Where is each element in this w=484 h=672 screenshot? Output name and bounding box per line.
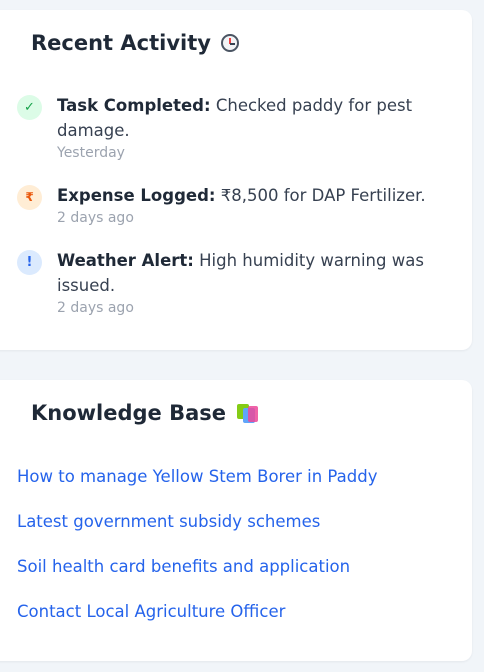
activity-time: 2 days ago (57, 300, 134, 316)
activity-time: Yesterday (57, 145, 125, 161)
kb-link-soil-health-card[interactable]: Soil health card benefits and applicatio… (17, 557, 350, 576)
activity-time: 2 days ago (57, 210, 134, 226)
activity-description: ₹8,500 for DAP Fertilizer. (215, 186, 426, 205)
alert-icon: ! (17, 250, 42, 275)
activity-text: Expense Logged: ₹8,500 for DAP Fertilize… (57, 183, 427, 228)
activity-text: Task Completed: Checked paddy for pest d… (57, 93, 427, 163)
activity-heading: Task Completed: (57, 96, 211, 115)
check-icon: ✓ (17, 95, 42, 120)
kb-link-yellow-stem-borer[interactable]: How to manage Yellow Stem Borer in Paddy (17, 467, 377, 486)
activity-text: Weather Alert: High humidity warning was… (57, 248, 427, 318)
rupee-icon: ₹ (17, 185, 42, 210)
books-icon (236, 403, 260, 423)
knowledge-base-heading: Knowledge Base (31, 401, 260, 425)
activity-heading: Expense Logged: (57, 186, 216, 205)
kb-link-subsidy-schemes[interactable]: Latest government subsidy schemes (17, 512, 320, 531)
activity-heading: Weather Alert: (57, 251, 194, 270)
kb-link-contact-officer[interactable]: Contact Local Agriculture Officer (17, 602, 285, 621)
recent-activity-title: Recent Activity (31, 31, 211, 55)
clock-icon (220, 34, 239, 52)
recent-activity-heading: Recent Activity (31, 31, 239, 55)
knowledge-base-title: Knowledge Base (31, 401, 227, 425)
